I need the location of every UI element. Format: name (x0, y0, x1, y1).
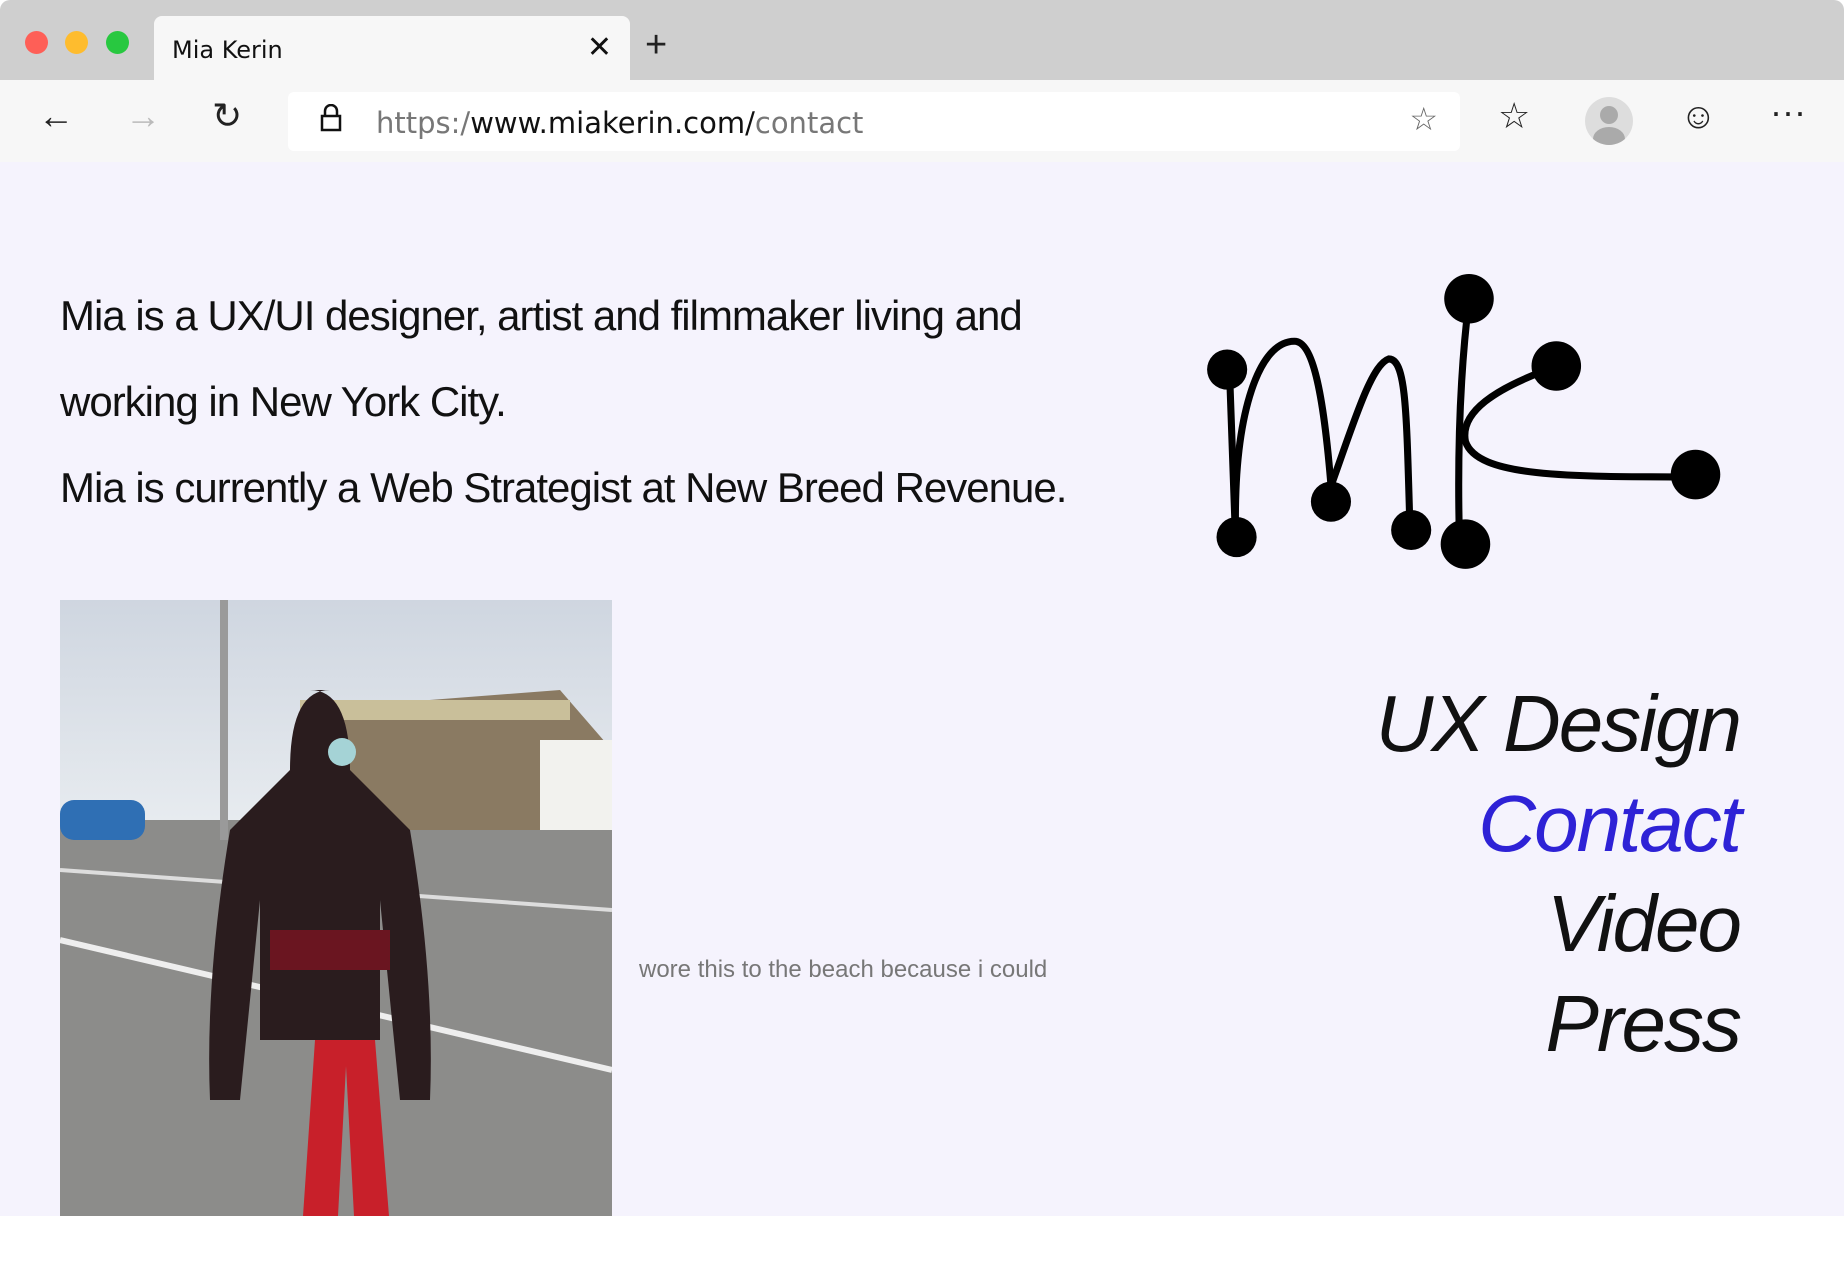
minimize-window-button[interactable] (65, 31, 88, 54)
lock-icon (320, 104, 342, 132)
nav-link-video[interactable]: Video (1547, 884, 1742, 964)
more-menu-icon[interactable]: ··· (1770, 94, 1806, 130)
toolbar: ← → ↻ https:/www.miakerin.com/contact ☆ … (0, 80, 1844, 162)
nav-link-press[interactable]: Press (1546, 984, 1742, 1064)
url-domain: www.miakerin.com/ (470, 106, 755, 140)
add-favorite-icon[interactable]: ☆ (1409, 100, 1438, 138)
maximize-window-button[interactable] (106, 31, 129, 54)
back-icon[interactable]: ← (38, 98, 74, 134)
page-content: Mia is a UX/UI designer, artist and film… (0, 162, 1844, 1216)
url-scheme: https:/ (376, 106, 471, 140)
tab-title: Mia Kerin (172, 36, 283, 64)
reload-icon[interactable]: ↻ (212, 98, 242, 134)
tab-active[interactable]: Mia Kerin ✕ (154, 16, 630, 80)
nav-link-ux-design[interactable]: UX Design (1376, 684, 1742, 764)
bio-line-2: working in New York City. (60, 378, 507, 425)
profile-photo (60, 600, 612, 1216)
bio-line-3: Mia is currently a Web Strategist at New… (60, 464, 1067, 511)
profile-avatar[interactable] (1585, 97, 1633, 145)
address-bar[interactable]: https:/www.miakerin.com/contact ☆ (288, 92, 1460, 151)
close-tab-icon[interactable]: ✕ (587, 30, 612, 65)
favorites-icon[interactable]: ☆ (1498, 98, 1530, 134)
mk-logo[interactable] (1200, 270, 1725, 580)
forward-icon[interactable]: → (125, 98, 161, 134)
url-path: contact (754, 106, 864, 140)
photo-caption: wore this to the beach because i could (639, 956, 1048, 983)
tab-bar: Mia Kerin ✕ + (0, 0, 1844, 80)
feedback-smiley-icon[interactable]: ☺ (1680, 98, 1717, 134)
nav-link-contact[interactable]: Contact (1478, 784, 1742, 864)
close-window-button[interactable] (25, 31, 48, 54)
new-tab-icon[interactable]: + (645, 26, 667, 64)
bio-line-1: Mia is a UX/UI designer, artist and film… (60, 292, 1023, 339)
